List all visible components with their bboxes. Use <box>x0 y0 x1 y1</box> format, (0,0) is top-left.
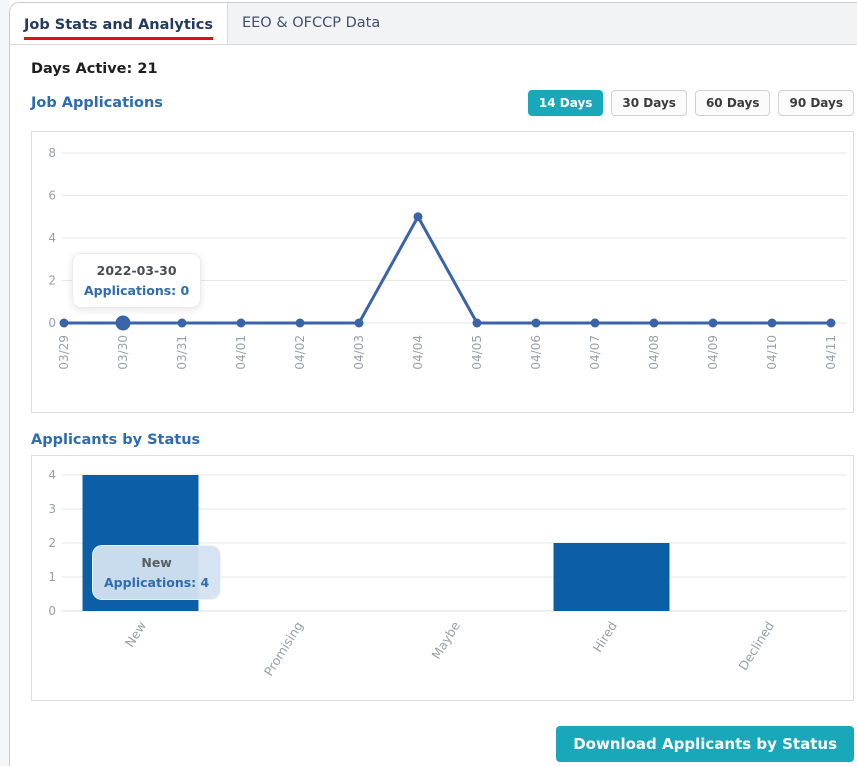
svg-text:2: 2 <box>48 274 56 288</box>
tab-eeo-ofccp-data[interactable]: EEO & OFCCP Data <box>228 3 394 44</box>
tooltip-value: Applications: 4 <box>104 575 209 590</box>
svg-text:1: 1 <box>48 570 56 584</box>
svg-text:04/03: 04/03 <box>352 335 366 370</box>
svg-text:04/10: 04/10 <box>765 335 779 370</box>
days-active-text: Days Active: 21 <box>31 61 853 77</box>
filter-30-days-button[interactable]: 30 Days <box>611 90 687 116</box>
svg-text:04/06: 04/06 <box>529 335 543 370</box>
tab-bar: Job Stats and Analytics EEO & OFCCP Data <box>10 3 857 45</box>
svg-text:04/11: 04/11 <box>824 335 838 370</box>
svg-text:Declined: Declined <box>735 619 777 673</box>
applications-header: Job Applications 14 Days 30 Days 60 Days… <box>31 90 854 116</box>
applicants-by-status-title: Applicants by Status <box>31 432 853 448</box>
tooltip-date: 2022-03-30 <box>84 263 189 278</box>
tab-label: Job Stats and Analytics <box>24 8 213 40</box>
svg-text:04/01: 04/01 <box>234 335 248 370</box>
filter-14-days-button[interactable]: 14 Days <box>528 90 604 116</box>
download-applicants-button[interactable]: Download Applicants by Status <box>556 726 854 762</box>
analytics-panel: Job Stats and Analytics EEO & OFCCP Data… <box>9 2 857 766</box>
tab-label: EEO & OFCCP Data <box>242 6 380 41</box>
svg-text:Maybe: Maybe <box>428 618 463 661</box>
filter-90-days-button[interactable]: 90 Days <box>778 90 854 116</box>
tooltip-value: Applications: 0 <box>84 283 189 298</box>
svg-text:03/30: 03/30 <box>116 335 130 370</box>
svg-text:04/09: 04/09 <box>706 335 720 370</box>
svg-text:04/02: 04/02 <box>293 335 307 370</box>
svg-text:New: New <box>122 619 149 650</box>
svg-text:4: 4 <box>48 231 56 245</box>
tooltip-category: New <box>104 555 209 570</box>
svg-text:2: 2 <box>48 536 56 550</box>
svg-text:4: 4 <box>48 468 56 482</box>
svg-text:0: 0 <box>48 316 56 330</box>
date-range-filter-group: 14 Days 30 Days 60 Days 90 Days <box>528 90 854 116</box>
svg-text:04/04: 04/04 <box>411 335 425 370</box>
svg-text:6: 6 <box>48 189 56 203</box>
job-applications-title: Job Applications <box>31 95 163 111</box>
applications-line-chart-container[interactable]: 0 2 4 6 8 03/29 03/30 03/31 04/01 04/02 04/03 04/04… <box>31 131 854 413</box>
tab-job-stats-and-analytics[interactable]: Job Stats and Analytics <box>10 3 228 44</box>
svg-text:Hired: Hired <box>590 619 620 655</box>
svg-text:3: 3 <box>48 502 56 516</box>
line-chart-tooltip: 2022-03-30 Applications: 0 <box>72 253 201 308</box>
svg-text:04/05: 04/05 <box>470 335 484 370</box>
svg-text:0: 0 <box>48 604 56 618</box>
bar-chart-tooltip: New Applications: 4 <box>92 545 221 600</box>
svg-text:04/07: 04/07 <box>588 335 602 370</box>
svg-text:03/29: 03/29 <box>57 335 71 370</box>
job-analytics-page: Job Stats and Analytics EEO & OFCCP Data… <box>0 0 857 766</box>
svg-text:04/08: 04/08 <box>647 335 661 370</box>
left-gutter <box>0 0 9 766</box>
svg-text:8: 8 <box>48 146 56 160</box>
panel-content: Days Active: 21 Job Applications 14 Days… <box>10 61 857 762</box>
filter-60-days-button[interactable]: 60 Days <box>695 90 771 116</box>
svg-text:03/31: 03/31 <box>175 335 189 370</box>
svg-text:Promising: Promising <box>261 619 306 679</box>
footer-actions: Download Applicants by Status <box>31 726 854 762</box>
status-bar-chart-container[interactable]: 0 1 2 3 4 New Promising Maybe Hired Declined New … <box>31 455 854 701</box>
